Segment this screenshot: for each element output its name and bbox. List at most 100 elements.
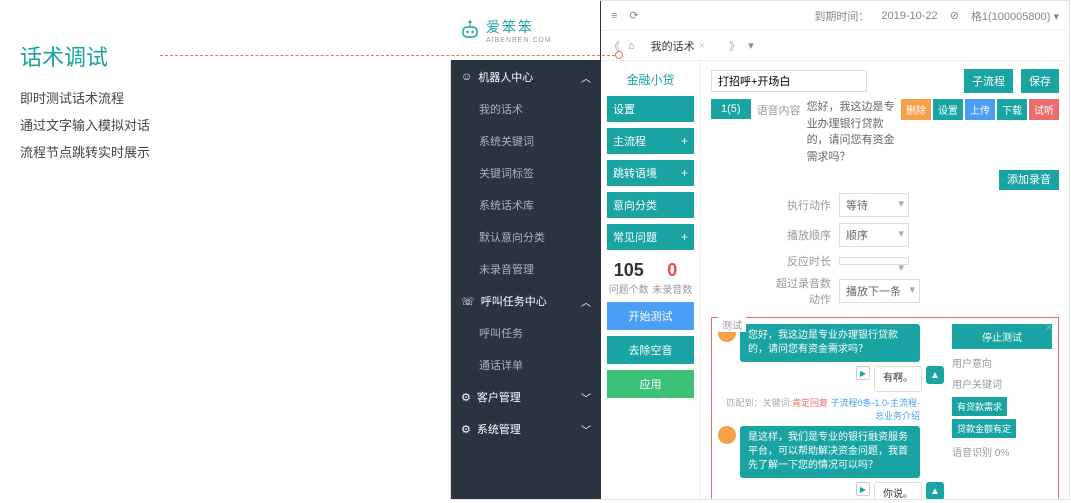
chevron-up-icon: ︿ — [581, 294, 591, 309]
node-title-input[interactable] — [711, 70, 867, 92]
plus-icon[interactable]: + — [681, 230, 688, 244]
btn-settings[interactable]: 设置 — [607, 96, 694, 122]
annotation-line: 通过文字输入模拟对话 — [20, 115, 220, 134]
plus-icon[interactable]: + — [681, 134, 688, 148]
editor-panel: 子流程 保存 1(5) 语音内容 您好，我这边是专业办理银行贷款的，请问您有资金… — [701, 61, 1069, 499]
keyword-tag: 贷款金额有定 — [952, 419, 1016, 438]
speech-label: 语音内容 — [757, 99, 801, 118]
script-panel: 金融小贷 设置 主流程+ 跳转语境+ 意向分类 常见问题+ 105问题个数 0未… — [601, 61, 701, 499]
chevron-down-icon: ﹀ — [581, 422, 591, 437]
apply-button[interactable]: 应用 — [607, 370, 694, 398]
sidebar-item-task[interactable]: 呼叫任务 — [451, 317, 601, 349]
pointer-line — [160, 55, 620, 56]
annotation-title: 话术调试 — [20, 40, 220, 72]
test-side: 停止测试 用户意向 用户关键词 有贷款需求 贷款金额有定 语音识别 0% — [952, 324, 1052, 499]
chevron-down-icon: ﹀ — [581, 390, 591, 405]
sidebar-group-label: 客户管理 — [477, 389, 521, 405]
user-dropdown[interactable]: 格1(100005800) ▾ — [971, 8, 1059, 24]
btn-jump[interactable]: 跳转语境+ — [607, 160, 694, 186]
match-info: 匹配到：关键词:肯定回复 子流程0条-1.0-主流程-总业务介绍 — [718, 396, 944, 422]
delete-pill[interactable]: 删除 — [901, 99, 931, 120]
phone-icon: ☏ — [461, 295, 475, 308]
duration-select[interactable] — [839, 257, 909, 265]
sidebar-group-robot[interactable]: ☺ 机器人中心 ︿ — [451, 61, 601, 93]
bot-message: 是这样，我们是专业的银行融资服务平台，可以帮助解决资金问题，我首先了解一下您的情… — [740, 426, 920, 478]
duration-label: 反应时长 — [771, 253, 831, 269]
refresh-icon[interactable]: ⟳ — [629, 9, 638, 22]
topbar: ≡ ⟳ 到期时间： 2019-10-22 ⊘ 格1(100005800) ▾ — [601, 1, 1069, 31]
logo-text-en: AIBENBEN.COM — [486, 37, 552, 44]
play-icon[interactable]: ▶ — [856, 366, 870, 380]
sidebar-item-record[interactable]: 未录音管理 — [451, 253, 601, 285]
user-avatar: ▲ — [926, 482, 944, 499]
action-label: 执行动作 — [771, 197, 831, 213]
annotation-line: 流程节点跳转实时展示 — [20, 142, 220, 161]
overflow-label: 超过录音数动作 — [771, 275, 831, 307]
sidebar-group-system[interactable]: ⚙系统管理 ﹀ — [451, 413, 601, 445]
overflow-select[interactable]: 播放下一条 — [839, 279, 920, 303]
close-icon[interactable]: × — [699, 40, 705, 52]
sidebar-group-call[interactable]: ☏ 呼叫任务中心 ︿ — [451, 285, 601, 317]
order-label: 播放顺序 — [771, 227, 831, 243]
play-icon[interactable]: ▶ — [856, 482, 870, 496]
chevron-down-icon[interactable]: ▾ — [748, 39, 754, 52]
sidebar-item-tag[interactable]: 关键词标签 — [451, 157, 601, 189]
user-message: 你说。 — [874, 482, 922, 499]
pointer-dot — [615, 51, 623, 59]
user-avatar: ▲ — [926, 366, 944, 384]
keyword-tag: 有贷款需求 — [952, 397, 1007, 416]
add-recording-button[interactable]: 添加录音 — [999, 170, 1059, 190]
question-count: 105 — [609, 260, 649, 281]
btn-intent[interactable]: 意向分类 — [607, 192, 694, 218]
order-select[interactable]: 顺序 — [839, 223, 909, 247]
btn-faq[interactable]: 常见问题+ — [607, 224, 694, 250]
sidebar-group-label: 呼叫任务中心 — [481, 293, 547, 309]
robot-icon: ☺ — [461, 71, 472, 83]
menu-icon[interactable]: ≡ — [611, 10, 617, 22]
user-icon: ⚙ — [461, 391, 471, 404]
unrecorded-count-label: 未录音数 — [652, 281, 692, 296]
home-icon[interactable]: ⌂ — [628, 40, 635, 52]
tabbar: 《 ⌂ 我的话术× 》 ▾ — [601, 31, 1069, 61]
sidebar-item-detail[interactable]: 通话详单 — [451, 349, 601, 381]
chat-area: 您好，我这边是专业办理银行贷款的，请问您有资金需求吗？ ▶有啊。▲ 匹配到：关键… — [718, 324, 944, 499]
sidebar-item-lib[interactable]: 系统话术库 — [451, 189, 601, 221]
subflow-button[interactable]: 子流程 — [964, 69, 1013, 93]
logo: 爱笨笨 AIBENBEN.COM — [450, 0, 600, 60]
tab-script[interactable]: 我的话术× — [643, 34, 713, 58]
expire-date: 2019-10-22 — [881, 10, 937, 22]
robot-icon — [458, 18, 482, 42]
download-pill[interactable]: 下载 — [997, 99, 1027, 120]
bot-message: 您好，我这边是专业办理银行贷款的，请问您有资金需求吗？ — [740, 324, 920, 362]
test-panel: 测试 × 您好，我这边是专业办理银行贷款的，请问您有资金需求吗？ ▶有啊。▲ 匹… — [711, 317, 1059, 499]
plus-icon[interactable]: + — [681, 166, 688, 180]
expire-label: 到期时间： — [814, 8, 869, 24]
clear-silence-button[interactable]: 去除空音 — [607, 336, 694, 364]
upload-pill[interactable]: 上传 — [965, 99, 995, 120]
preview-pill[interactable]: 试听 — [1029, 99, 1059, 120]
start-test-button[interactable]: 开始测试 — [607, 302, 694, 330]
save-button[interactable]: 保存 — [1021, 69, 1059, 93]
forward-icon[interactable]: 》 — [729, 38, 740, 54]
sidebar: ☺ 机器人中心 ︿ 我的话术 系统关键词 关键词标签 系统话术库 默认意向分类 未… — [451, 1, 601, 499]
asr-label: 语音识别 0% — [952, 444, 1052, 459]
sidebar-item-script[interactable]: 我的话术 — [451, 93, 601, 125]
sidebar-group-label: 机器人中心 — [478, 69, 533, 85]
settings-pill[interactable]: 设置 — [933, 99, 963, 120]
keyword-label: 用户关键词 — [952, 376, 1052, 391]
sidebar-item-keyword[interactable]: 系统关键词 — [451, 125, 601, 157]
sidebar-item-intent[interactable]: 默认意向分类 — [451, 221, 601, 253]
sidebar-group-customer[interactable]: ⚙ 客户管理 ﹀ — [451, 381, 601, 413]
step-badge[interactable]: 1(5) — [711, 99, 751, 119]
stop-test-button[interactable]: 停止测试 — [952, 324, 1052, 349]
test-header: 测试 — [718, 317, 746, 332]
sidebar-group-label: 系统管理 — [477, 421, 521, 437]
annotation-line: 即时测试话术流程 — [20, 88, 220, 107]
tag-icon[interactable]: ⊘ — [950, 9, 959, 22]
close-icon[interactable]: × — [1046, 322, 1052, 334]
bot-avatar — [718, 426, 736, 444]
btn-mainflow[interactable]: 主流程+ — [607, 128, 694, 154]
action-select[interactable]: 等待 — [839, 193, 909, 217]
user-message: 有啊。 — [874, 366, 922, 392]
chevron-up-icon: ︿ — [581, 70, 591, 85]
